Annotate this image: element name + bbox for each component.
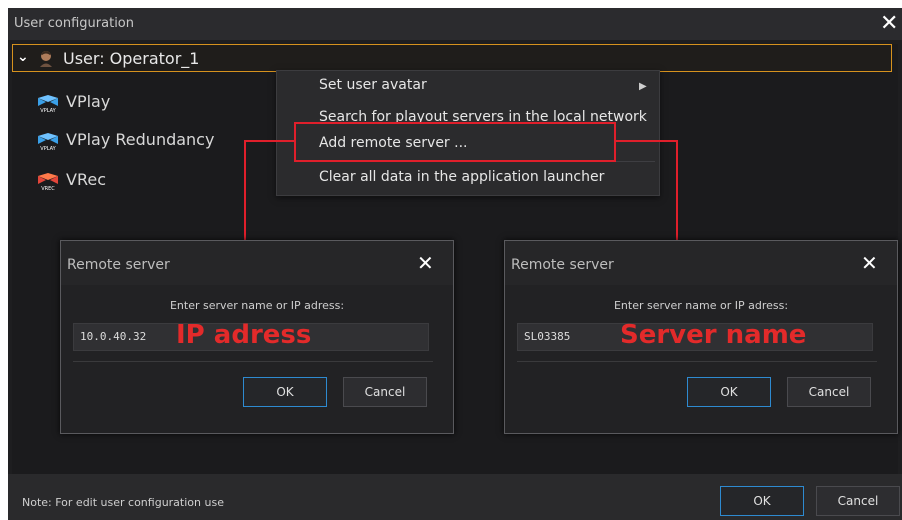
app-label-vplay-redundancy: VPlay Redundancy (66, 130, 215, 149)
highlight-box (294, 122, 616, 162)
server-address-value: 10.0.40.32 (80, 330, 147, 343)
remote-server-dialog-name: Remote server ✕ Enter server name or IP … (504, 240, 898, 434)
cancel-button[interactable]: Cancel (787, 377, 871, 407)
connector-line (244, 140, 296, 142)
user-tree-node[interactable]: ⌄ User: Operator_1 (12, 44, 892, 72)
dialog-title: Remote server (511, 257, 614, 273)
ok-button[interactable]: OK (243, 377, 327, 407)
title-bar[interactable]: User configuration ✕ (8, 8, 902, 40)
dialog-divider (73, 361, 433, 362)
vplay-redundancy-icon: VPLAY (38, 133, 58, 152)
ok-button[interactable]: OK (687, 377, 771, 407)
app-item-vplay[interactable]: VPLAY VPlay (36, 90, 156, 114)
footer-cancel-button[interactable]: Cancel (816, 486, 900, 516)
app-item-vrec[interactable]: VREC VRec (36, 168, 156, 192)
menu-item-clear-data[interactable]: Clear all data in the application launch… (319, 169, 604, 185)
dialog-title: Remote server (67, 257, 170, 273)
svg-text:VPLAY: VPLAY (40, 108, 56, 114)
close-icon[interactable]: ✕ (861, 251, 878, 275)
dialog-prompt: Enter server name or IP adress: (613, 299, 789, 312)
remote-server-dialog-ip: Remote server ✕ Enter server name or IP … (60, 240, 454, 434)
submenu-arrow-icon: ▶ (639, 81, 647, 92)
user-configuration-window: User configuration ✕ ⌄ User: Operator_1 … (8, 8, 902, 520)
connector-line (676, 140, 678, 242)
menu-item-set-user-avatar[interactable]: Set user avatar (319, 77, 427, 93)
close-icon[interactable]: ✕ (417, 251, 434, 275)
svg-text:VREC: VREC (41, 186, 55, 192)
vrec-icon: VREC (38, 173, 58, 192)
footer-bar: Note: For edit user configuration use OK… (8, 474, 902, 520)
app-label-vplay: VPlay (66, 92, 111, 111)
dialog-body: Enter server name or IP adress: SL03385 … (505, 285, 897, 433)
server-address-input[interactable]: SL03385 Server name (517, 320, 873, 351)
chevron-down-icon[interactable]: ⌄ (17, 49, 31, 65)
annotation-ip-adress: IP adress (176, 320, 312, 350)
connector-line (614, 140, 678, 142)
dialog-prompt: Enter server name or IP adress: (169, 299, 345, 312)
app-item-vplay-redundancy[interactable]: VPLAY VPlay Redundancy (36, 128, 236, 152)
footer-note: Note: For edit user configuration use (22, 496, 224, 509)
annotation-server-name: Server name (620, 320, 807, 350)
server-address-input[interactable]: 10.0.40.32 IP adress (73, 320, 429, 351)
dialog-divider (517, 361, 877, 362)
footer-ok-button[interactable]: OK (720, 486, 804, 516)
user-label: User: Operator_1 (63, 49, 200, 68)
vplay-icon: VPLAY (38, 95, 58, 114)
app-label-vrec: VRec (66, 170, 106, 189)
close-icon[interactable]: ✕ (880, 11, 898, 36)
dialog-body: Enter server name or IP adress: 10.0.40.… (61, 285, 453, 433)
server-address-value: SL03385 (524, 330, 571, 343)
user-avatar-icon (40, 51, 52, 67)
connector-line (244, 140, 246, 242)
cancel-button[interactable]: Cancel (343, 377, 427, 407)
svg-text:VPLAY: VPLAY (40, 146, 56, 152)
window-title: User configuration (14, 16, 134, 31)
